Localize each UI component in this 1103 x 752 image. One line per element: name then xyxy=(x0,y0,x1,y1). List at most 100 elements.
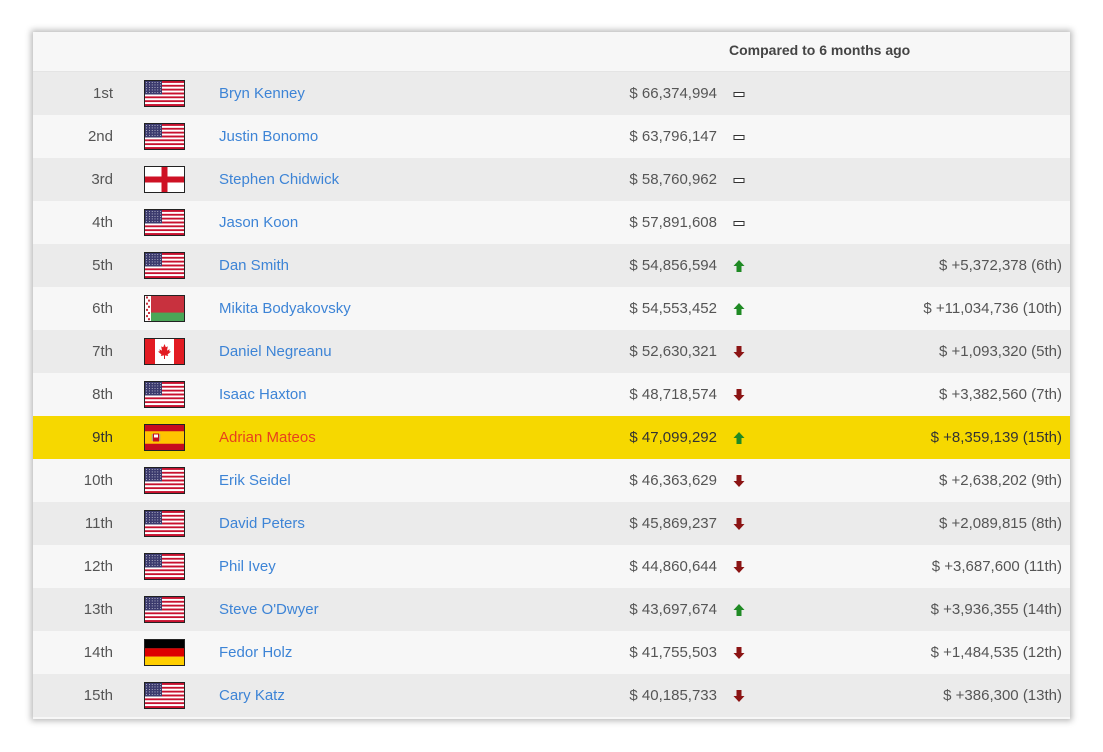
rank-label: 3rd xyxy=(91,171,113,188)
player-name-link[interactable]: Cary Katz xyxy=(219,674,285,717)
rank-label: 12th xyxy=(83,558,113,575)
arrow-down-icon xyxy=(733,345,745,359)
total-earnings: $ 45,869,237 xyxy=(629,515,717,532)
no-change-icon xyxy=(733,216,745,230)
player-name-link[interactable]: Jason Koon xyxy=(219,201,298,244)
rank-label: 11th xyxy=(84,515,113,532)
us-flag-icon xyxy=(144,123,185,150)
table-row: 3rd Stephen Chidwick $ 58,760,962 xyxy=(33,158,1070,201)
earnings-change: $ +1,484,535 (12th) xyxy=(930,644,1062,661)
player-name-link[interactable]: Stephen Chidwick xyxy=(219,158,339,201)
table-row: 4th Jason Koon $ 57,891,608 xyxy=(33,201,1070,244)
total-earnings: $ 52,630,321 xyxy=(629,343,717,360)
total-earnings: $ 44,860,644 xyxy=(629,558,717,575)
total-earnings: $ 43,697,674 xyxy=(629,601,717,618)
germany-flag-icon xyxy=(144,639,185,666)
table-row: 2nd Justin Bonomo $ 63,796,147 xyxy=(33,115,1070,158)
total-earnings: $ 40,185,733 xyxy=(629,687,717,704)
canada-flag-icon xyxy=(144,338,185,365)
total-earnings: $ 57,891,608 xyxy=(629,214,717,231)
england-flag-icon xyxy=(144,166,185,193)
arrow-down-icon xyxy=(733,560,745,574)
rank-label: 2nd xyxy=(87,128,113,145)
table-row: 12th Phil Ivey $ 44,860,644 $ +3,687,600 (1… xyxy=(33,545,1070,588)
us-flag-icon xyxy=(144,682,185,709)
total-earnings: $ 63,796,147 xyxy=(629,128,717,145)
rank-label: 8th xyxy=(92,386,113,403)
player-name-link[interactable]: Fedor Holz xyxy=(219,631,292,674)
player-name-link[interactable]: Phil Ivey xyxy=(219,545,276,588)
total-earnings: $ 46,363,629 xyxy=(629,472,717,489)
us-flag-icon xyxy=(144,209,185,236)
arrow-up-icon xyxy=(733,431,745,445)
total-earnings: $ 54,856,594 xyxy=(629,257,717,274)
earnings-change: $ +5,372,378 (6th) xyxy=(938,257,1062,274)
rank-label: 9th xyxy=(92,429,113,446)
table-row: 7th Daniel Negreanu $ 52,630,321 $ +1,093,3… xyxy=(33,330,1070,373)
table-body: 1st Bryn Kenney $ 66,374,994 2nd Justin Bono… xyxy=(33,72,1070,717)
arrow-down-icon xyxy=(733,474,745,488)
rank-label: 7th xyxy=(92,343,113,360)
us-flag-icon xyxy=(144,510,185,537)
spain-flag-icon xyxy=(144,424,185,451)
player-name-link[interactable]: Dan Smith xyxy=(219,244,289,287)
arrow-down-icon xyxy=(733,517,745,531)
arrow-down-icon xyxy=(733,646,745,660)
us-flag-icon xyxy=(144,467,185,494)
earnings-change: $ +2,089,815 (8th) xyxy=(938,515,1062,532)
rankings-table: Compared to 6 months ago 1st Bryn Kenney $… xyxy=(33,32,1070,719)
table-row: 10th Erik Seidel $ 46,363,629 $ +2,638,202 … xyxy=(33,459,1070,502)
arrow-up-icon xyxy=(733,259,745,273)
earnings-change: $ +386,300 (13th) xyxy=(943,687,1062,704)
player-name-link[interactable]: Steve O'Dwyer xyxy=(219,588,319,631)
earnings-change: $ +3,687,600 (11th) xyxy=(931,558,1062,575)
earnings-change: $ +8,359,139 (15th) xyxy=(930,429,1062,446)
total-earnings: $ 48,718,574 xyxy=(629,386,717,403)
player-name-link[interactable]: Daniel Negreanu xyxy=(219,330,332,373)
total-earnings: $ 47,099,292 xyxy=(629,429,717,446)
table-row: 9th Adrian Mateos $ 47,099,292 $ +8,359,139… xyxy=(33,416,1070,459)
earnings-change: $ +11,034,736 (10th) xyxy=(923,300,1062,317)
arrow-down-icon xyxy=(733,388,745,402)
compared-label: Compared to 6 months ago xyxy=(729,42,911,58)
us-flag-icon xyxy=(144,80,185,107)
rank-label: 13th xyxy=(83,601,113,618)
earnings-change: $ +2,638,202 (9th) xyxy=(938,472,1062,489)
total-earnings: $ 54,553,452 xyxy=(629,300,717,317)
us-flag-icon xyxy=(144,553,185,580)
us-flag-icon xyxy=(144,252,185,279)
table-row: 11th David Peters $ 45,869,237 $ +2,089,815… xyxy=(33,502,1070,545)
no-change-icon xyxy=(733,173,745,187)
rank-label: 15th xyxy=(83,687,113,704)
belarus-flag-icon xyxy=(144,295,185,322)
table-header: Compared to 6 months ago xyxy=(33,32,1070,72)
us-flag-icon xyxy=(144,596,185,623)
table-row: 1st Bryn Kenney $ 66,374,994 xyxy=(33,72,1070,115)
no-change-icon xyxy=(733,130,745,144)
arrow-up-icon xyxy=(733,302,745,316)
table-row: 14th Fedor Holz $ 41,755,503 $ +1,484,535 (… xyxy=(33,631,1070,674)
player-name-link[interactable]: Justin Bonomo xyxy=(219,115,318,158)
table-row: 15th Cary Katz $ 40,185,733 $ +386,300 (13t… xyxy=(33,674,1070,717)
rank-label: 1st xyxy=(92,85,113,102)
earnings-change: $ +1,093,320 (5th) xyxy=(938,343,1062,360)
table-row: 6th Mikita Bodyakovsky $ 54,553,452 $ +11,0… xyxy=(33,287,1070,330)
table-row: 13th Steve O'Dwyer $ 43,697,674 $ +3,936,35… xyxy=(33,588,1070,631)
player-name-link[interactable]: Bryn Kenney xyxy=(219,72,305,115)
table-row: 5th Dan Smith $ 54,856,594 $ +5,372,378 (6t… xyxy=(33,244,1070,287)
rank-label: 6th xyxy=(92,300,113,317)
rank-label: 14th xyxy=(83,644,113,661)
player-name-link[interactable]: Erik Seidel xyxy=(219,459,291,502)
table-row: 8th Isaac Haxton $ 48,718,574 $ +3,382,560 … xyxy=(33,373,1070,416)
rank-label: 10th xyxy=(83,472,113,489)
total-earnings: $ 58,760,962 xyxy=(629,171,717,188)
player-name-link[interactable]: Adrian Mateos xyxy=(219,416,316,459)
total-earnings: $ 41,755,503 xyxy=(629,644,717,661)
player-name-link[interactable]: David Peters xyxy=(219,502,305,545)
earnings-change: $ +3,936,355 (14th) xyxy=(930,601,1062,618)
player-name-link[interactable]: Mikita Bodyakovsky xyxy=(219,287,351,330)
arrow-up-icon xyxy=(733,603,745,617)
player-name-link[interactable]: Isaac Haxton xyxy=(219,373,307,416)
rank-label: 5th xyxy=(92,257,113,274)
arrow-down-icon xyxy=(733,689,745,703)
